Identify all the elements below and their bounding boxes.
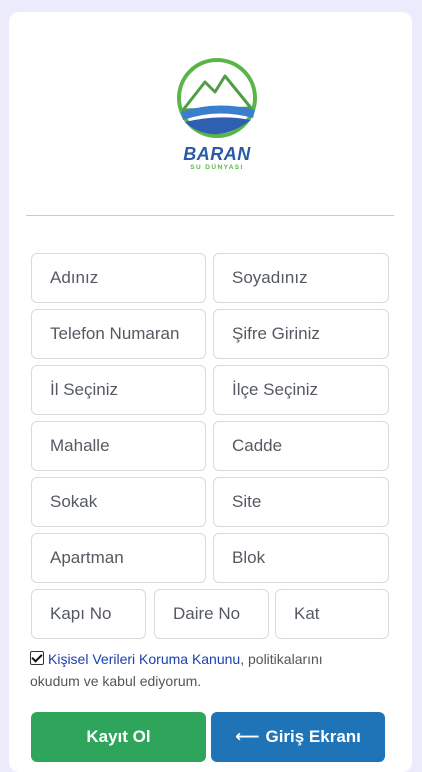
last-name-input[interactable]: Soyadınız bbox=[213, 253, 389, 303]
password-placeholder: Şifre Giriniz bbox=[232, 324, 320, 343]
street-input[interactable]: Cadde bbox=[213, 421, 389, 471]
brand-logo: BARAN SU DÜNYASI bbox=[169, 52, 265, 182]
door-no-placeholder: Kapı No bbox=[50, 604, 112, 623]
register-button[interactable]: Kayıt Ol bbox=[31, 712, 206, 762]
mountain-water-icon bbox=[177, 58, 257, 138]
floor-input[interactable]: Kat bbox=[275, 589, 389, 639]
arrow-left-icon: ⟵ bbox=[235, 727, 260, 746]
district-placeholder: İlçe Seçiniz bbox=[232, 380, 318, 399]
alley-input[interactable]: Sokak bbox=[31, 477, 206, 527]
province-placeholder: İl Seçiniz bbox=[50, 380, 119, 399]
phone-input[interactable]: Telefon Numaran bbox=[31, 309, 206, 359]
door-no-input[interactable]: Kapı No bbox=[31, 589, 146, 639]
first-name-placeholder: Adınız bbox=[50, 268, 99, 287]
neighborhood-input[interactable]: Mahalle bbox=[31, 421, 206, 471]
apartment-input[interactable]: Apartman bbox=[31, 533, 206, 583]
brand-name: BARAN bbox=[183, 144, 251, 164]
kvkk-link[interactable]: Kişisel Verileri Koruma Kanunu bbox=[48, 651, 240, 667]
register-button-label: Kayıt Ol bbox=[86, 727, 151, 746]
kvkk-consent: Kişisel Verileri Koruma Kanunu, politika… bbox=[30, 648, 370, 692]
block-placeholder: Blok bbox=[232, 548, 266, 567]
apartment-placeholder: Apartman bbox=[50, 548, 124, 567]
street-placeholder: Cadde bbox=[232, 436, 283, 455]
flat-no-placeholder: Daire No bbox=[173, 604, 241, 623]
site-input[interactable]: Site bbox=[213, 477, 389, 527]
site-placeholder: Site bbox=[232, 492, 262, 511]
password-input[interactable]: Şifre Giriniz bbox=[213, 309, 389, 359]
header-divider bbox=[26, 215, 394, 216]
block-input[interactable]: Blok bbox=[213, 533, 389, 583]
alley-placeholder: Sokak bbox=[50, 492, 98, 511]
neighborhood-placeholder: Mahalle bbox=[50, 436, 110, 455]
floor-placeholder: Kat bbox=[294, 604, 320, 623]
first-name-input[interactable]: Adınız bbox=[31, 253, 206, 303]
login-screen-button[interactable]: ⟵ Giriş Ekranı bbox=[211, 712, 385, 762]
phone-placeholder: Telefon Numaran bbox=[50, 324, 180, 343]
brand-tagline: SU DÜNYASI bbox=[190, 164, 244, 171]
consent-checkbox[interactable] bbox=[30, 651, 44, 665]
province-select[interactable]: İl Seçiniz bbox=[31, 365, 206, 415]
district-select[interactable]: İlçe Seçiniz bbox=[213, 365, 389, 415]
last-name-placeholder: Soyadınız bbox=[232, 268, 308, 287]
flat-no-input[interactable]: Daire No bbox=[154, 589, 269, 639]
login-screen-button-label: Giriş Ekranı bbox=[265, 727, 361, 746]
